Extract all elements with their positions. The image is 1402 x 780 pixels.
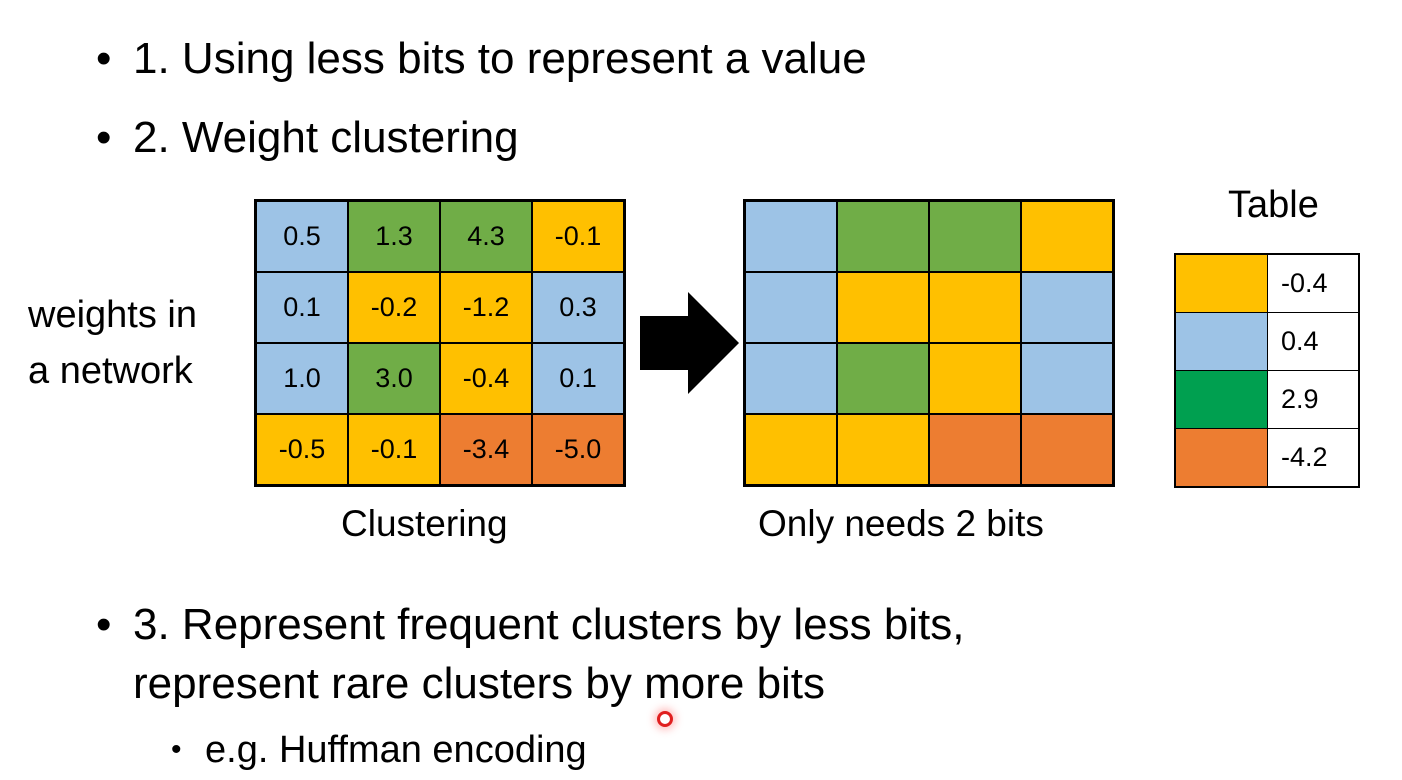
table-row: -0.4	[1174, 253, 1359, 313]
weight-cell: 4.3	[440, 201, 532, 272]
bullet-3-continued: represent rare clusters by more bits	[133, 655, 825, 713]
weight-cell: 0.5	[256, 201, 348, 272]
cluster-cell	[929, 272, 1021, 343]
slide: • 1. Using less bits to represent a valu…	[0, 0, 1402, 780]
clustering-caption: Clustering	[341, 503, 508, 544]
cluster-cell	[1021, 414, 1113, 485]
weight-cell: -0.1	[532, 201, 624, 272]
weight-cell: 0.1	[532, 343, 624, 414]
bullet-dot-icon: •	[171, 733, 182, 766]
weight-cell: -0.5	[256, 414, 348, 485]
bullet-3-line1: 3. Represent frequent clusters by less b…	[133, 600, 965, 649]
table-row: 0.4	[1174, 312, 1359, 371]
cluster-cell	[837, 343, 929, 414]
weights-grid: 0.5 1.3 4.3 -0.1 0.1 -0.2 -1.2 0.3 1.0 3.0 -0.4 0.1…	[254, 199, 626, 487]
weights-label-line2: a network	[28, 350, 193, 392]
sub-bullet-1: • e.g. Huffman encoding	[171, 726, 587, 774]
weight-cell: -3.4	[440, 414, 532, 485]
lookup-table: -0.4 0.4 2.9 -4.2	[1174, 253, 1360, 488]
weight-cell: 1.3	[348, 201, 440, 272]
color-swatch	[1174, 312, 1268, 371]
bullet-3: • 3. Represent frequent clusters by less…	[96, 596, 965, 654]
cluster-cell	[837, 414, 929, 485]
cursor-dot-icon	[657, 711, 673, 727]
weight-cell: 3.0	[348, 343, 440, 414]
table-row: 2.9	[1174, 370, 1359, 429]
bullet-2: • 2. Weight clustering	[96, 109, 519, 167]
weights-label: weights in a network	[28, 287, 197, 399]
cluster-grid	[743, 199, 1115, 487]
cluster-cell	[929, 201, 1021, 272]
cluster-cell	[929, 343, 1021, 414]
table-value: -0.4	[1267, 253, 1359, 313]
weights-label-line1: weights in	[28, 294, 197, 336]
color-swatch	[1174, 428, 1268, 488]
table-value: -4.2	[1267, 428, 1359, 488]
sub-bullet-1-text: e.g. Huffman encoding	[205, 729, 587, 771]
cluster-cell	[837, 201, 929, 272]
weight-cell: -0.2	[348, 272, 440, 343]
table-value: 0.4	[1267, 312, 1359, 371]
bullet-1-text: 1. Using less bits to represent a value	[133, 34, 867, 83]
cluster-cell	[745, 272, 837, 343]
cluster-cell	[745, 201, 837, 272]
color-swatch	[1174, 370, 1268, 429]
two-bits-caption: Only needs 2 bits	[758, 503, 1044, 544]
bullet-3-line2: represent rare clusters by more bits	[133, 659, 826, 708]
cluster-cell	[1021, 272, 1113, 343]
bullet-2-text: 2. Weight clustering	[133, 113, 519, 162]
weight-cell: -5.0	[532, 414, 624, 485]
bullet-dot-icon: •	[96, 113, 112, 162]
weight-cell: 0.3	[532, 272, 624, 343]
weight-cell: -0.1	[348, 414, 440, 485]
table-title: Table	[1228, 184, 1319, 226]
weight-cell: -0.4	[440, 343, 532, 414]
bullet-dot-icon: •	[96, 600, 112, 649]
color-swatch	[1174, 253, 1268, 313]
weight-cell: -1.2	[440, 272, 532, 343]
table-value: 2.9	[1267, 370, 1359, 429]
weight-cell: 1.0	[256, 343, 348, 414]
cluster-cell	[745, 414, 837, 485]
cluster-cell	[745, 343, 837, 414]
bullet-1: • 1. Using less bits to represent a valu…	[96, 30, 867, 88]
cluster-cell	[929, 414, 1021, 485]
cluster-cell	[1021, 201, 1113, 272]
table-row: -4.2	[1174, 428, 1359, 488]
weight-cell: 0.1	[256, 272, 348, 343]
cluster-cell	[837, 272, 929, 343]
cluster-cell	[1021, 343, 1113, 414]
bullet-dot-icon: •	[96, 34, 112, 83]
right-arrow-icon	[640, 292, 739, 394]
